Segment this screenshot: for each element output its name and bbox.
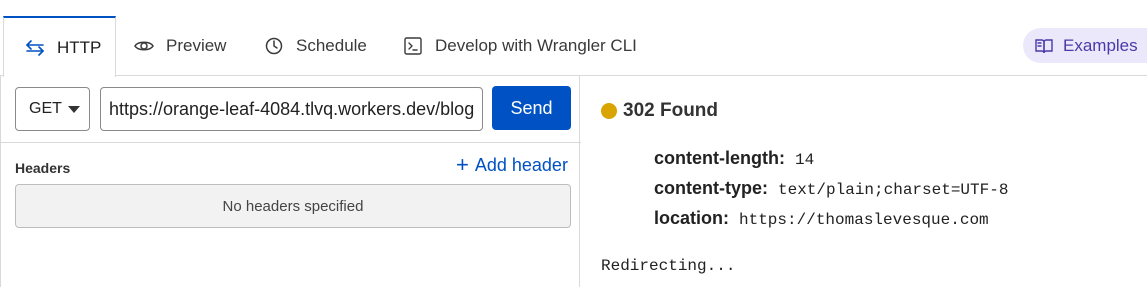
- response-header-row: content-length: 14: [654, 148, 1008, 178]
- add-header-label: Add header: [474, 154, 568, 175]
- examples-button[interactable]: Examples: [1023, 28, 1147, 63]
- examples-label: Examples: [1063, 35, 1138, 55]
- http-request-panel: HTTP Preview Schedule Develop with Wrang…: [0, 0, 1147, 287]
- no-headers-placeholder: No headers specified: [15, 184, 571, 228]
- request-pane: GET Send Headers + Add header No headers…: [0, 76, 581, 287]
- tab-label: Schedule: [296, 36, 367, 55]
- response-header-value: https://thomaslevesque.com: [739, 211, 989, 229]
- method-value: GET: [29, 100, 62, 117]
- send-button[interactable]: Send: [492, 86, 571, 130]
- plus-icon: +: [456, 152, 469, 177]
- response-header-row: content-type: text/plain;charset=UTF-8: [654, 178, 1008, 208]
- status-dot-icon: [601, 103, 617, 119]
- response-header-key: content-length:: [654, 148, 785, 168]
- caret-down-icon: [67, 105, 80, 113]
- tab-http[interactable]: HTTP: [3, 16, 116, 77]
- response-header-row: location: https://thomaslevesque.com: [654, 208, 1008, 238]
- response-headers: content-length: 14 content-type: text/pl…: [654, 148, 1008, 238]
- response-header-value: 14: [794, 151, 815, 169]
- tab-schedule[interactable]: Schedule: [264, 16, 367, 76]
- arrows-exchange-icon: [25, 38, 45, 58]
- response-status: 302 Found: [601, 100, 718, 122]
- add-header-button[interactable]: + Add header: [456, 153, 568, 177]
- headers-title: Headers: [15, 160, 71, 176]
- book-open-icon: [1035, 38, 1053, 54]
- response-header-key: location:: [654, 208, 729, 228]
- tab-label: HTTP: [57, 37, 102, 57]
- tab-develop-wrangler[interactable]: Develop with Wrangler CLI: [403, 16, 637, 76]
- tab-label: Preview: [166, 36, 227, 55]
- clock-icon: [264, 36, 284, 56]
- tab-preview[interactable]: Preview: [134, 16, 226, 76]
- status-text: 302 Found: [623, 100, 719, 121]
- tab-label: Develop with Wrangler CLI: [435, 36, 637, 55]
- tab-bar: HTTP Preview Schedule Develop with Wrang…: [0, 0, 1147, 77]
- divider: [1, 142, 581, 143]
- terminal-icon: [403, 36, 423, 56]
- response-header-key: content-type:: [654, 178, 768, 198]
- eye-icon: [134, 36, 154, 56]
- response-pane: 302 Found content-length: 14 content-typ…: [580, 76, 1147, 287]
- method-select[interactable]: GET: [15, 87, 90, 131]
- url-input[interactable]: [100, 87, 483, 131]
- response-body: Redirecting...: [601, 257, 736, 275]
- response-header-value: text/plain;charset=UTF-8: [778, 181, 1009, 199]
